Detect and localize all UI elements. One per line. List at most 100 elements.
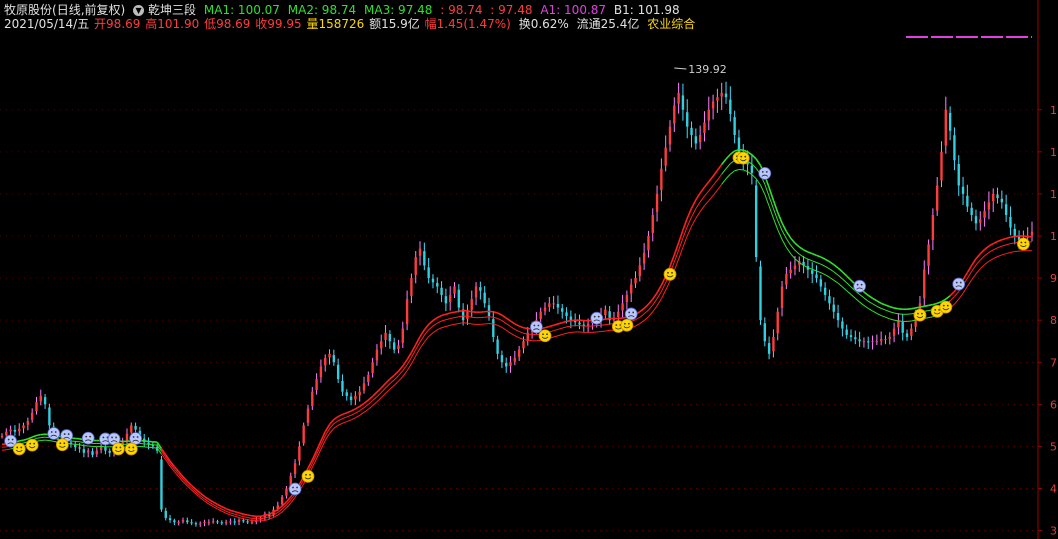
ma-band-segment — [833, 279, 839, 284]
ma-band-segment — [553, 328, 559, 332]
candle-body — [492, 319, 495, 337]
buy-smiley-icon — [913, 308, 927, 322]
ma-band-segment — [363, 408, 369, 413]
ma-band-segment — [695, 211, 701, 219]
ma-band-segment — [333, 415, 339, 421]
ma-band-segment — [743, 169, 748, 173]
stock-name: 牧原股份 — [4, 3, 53, 17]
candle-body — [190, 522, 193, 524]
candle-body — [703, 122, 706, 134]
candle-body — [690, 127, 693, 135]
ma-band-segment — [648, 311, 654, 318]
ma-band-segment — [217, 508, 223, 512]
candle-body — [698, 135, 702, 143]
sell-frown-icon — [758, 166, 772, 180]
ma-band-segment — [781, 230, 787, 239]
ma-band-segment — [553, 323, 559, 326]
ma-band-segment — [221, 508, 227, 512]
ma-band-segment — [428, 325, 434, 331]
candle-body — [647, 236, 650, 251]
ma-band-segment — [441, 313, 447, 317]
candle-body — [328, 353, 331, 358]
ma-band-segment — [493, 310, 498, 314]
ma-band-segment — [553, 335, 559, 338]
candle-body — [30, 412, 34, 420]
face-eye — [119, 446, 122, 449]
candle-body — [1013, 228, 1016, 236]
ma-band-segment — [643, 316, 649, 321]
ma-band-segment — [505, 323, 511, 327]
candle-body — [466, 311, 469, 319]
face-eye — [20, 446, 23, 449]
indicator-name[interactable]: 乾坤三段 — [148, 3, 196, 17]
ma-band-segment — [690, 199, 697, 209]
candle-body — [668, 126, 672, 145]
ma-band-segment — [790, 244, 796, 251]
ma-band-segment — [794, 242, 800, 248]
ma-band-segment — [217, 503, 223, 508]
b1-value: B1: 101.98 — [613, 3, 680, 17]
ma-band-segment — [337, 422, 343, 426]
candle-body — [358, 391, 361, 396]
ma-band-segment — [704, 200, 710, 207]
face-eye — [667, 271, 669, 274]
ma-band-segment — [346, 410, 352, 414]
candle-body — [1009, 216, 1012, 228]
a1-value: A1: 100.87 — [540, 3, 607, 17]
candle-body — [26, 421, 30, 425]
y-tick-label: 1 — [1050, 230, 1057, 243]
ma-band-segment — [919, 305, 925, 308]
candle-body — [517, 349, 521, 357]
ma-band-segment — [346, 419, 352, 423]
indicator-dropdown-icon[interactable]: ▼ — [133, 5, 145, 16]
ma-band-segment — [949, 296, 955, 302]
ma-band-segment — [695, 201, 701, 209]
candle-body — [280, 496, 284, 505]
candle-body — [483, 292, 486, 304]
buy-smiley-icon — [111, 442, 125, 456]
candle-body — [578, 322, 581, 325]
ma-band-segment — [872, 303, 878, 307]
ma-band-segment — [238, 512, 244, 515]
face-eye — [632, 311, 635, 314]
kline-chart-area[interactable]: 3 4 5 6 7 8 9 1 1 1 1 139.92 — [0, 0, 1058, 539]
price-grid — [0, 109, 1038, 532]
turnover: 换0.62% — [518, 17, 569, 31]
candle-body — [836, 313, 840, 321]
candle-body — [548, 303, 551, 307]
face-eye — [63, 442, 66, 445]
ma-band-segment — [841, 271, 848, 277]
ma-band-segment — [820, 263, 826, 267]
candle-body — [39, 395, 42, 402]
ma-band-segment — [932, 302, 938, 306]
candle-body — [625, 294, 629, 303]
candle-body — [940, 151, 943, 181]
face-eye — [305, 473, 307, 476]
candle-body — [496, 339, 499, 354]
ma-band-segment — [660, 290, 667, 299]
ma-band-segment — [342, 416, 347, 420]
candle-body — [285, 488, 288, 496]
face-eye — [542, 333, 544, 336]
candle-body — [130, 425, 133, 433]
ma-band-segment — [510, 332, 516, 337]
ma-band-segment — [333, 420, 339, 425]
ma-band-segment — [419, 341, 425, 349]
ma-band-segment — [208, 498, 214, 503]
ma-band-segment — [785, 247, 792, 254]
ma-band-segment — [648, 304, 654, 311]
ma-band-segment — [454, 316, 459, 319]
ma-band-segment — [354, 405, 361, 410]
ma-band-segment — [450, 317, 455, 319]
period-mode: (日线,前复权) — [52, 3, 126, 17]
sector[interactable]: 农业综合 — [647, 17, 695, 31]
candle-body — [203, 522, 206, 524]
ma-band-segment — [234, 510, 240, 514]
ma-band-segment — [1001, 237, 1007, 241]
line-v1-value: : 98.74 — [440, 3, 483, 17]
ma-band-segment — [984, 260, 990, 266]
ma-band-segment — [518, 331, 524, 334]
sell-frown-icon — [81, 431, 95, 445]
ma-band-segment — [911, 307, 916, 310]
ma-band-segment — [1010, 251, 1015, 253]
